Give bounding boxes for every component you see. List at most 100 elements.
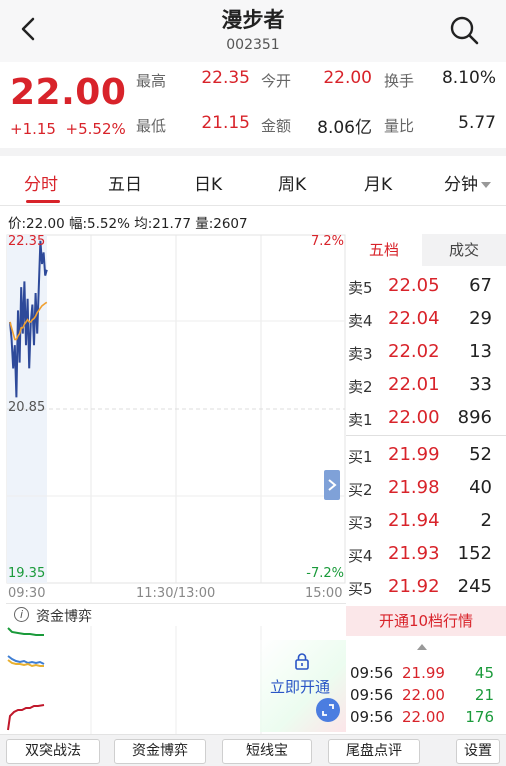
ask-volume: 67 [469, 275, 492, 296]
bid-row[interactable]: 买2 21.98 40 [346, 471, 506, 504]
volume-ratio-value: 5.77 [458, 113, 496, 133]
fund-game-button[interactable]: 资金博弈 [114, 739, 206, 764]
header-bar: 漫步者 002351 [0, 0, 506, 62]
turnover-value: 8.10% [441, 68, 496, 88]
bid-level-label: 买4 [348, 547, 373, 565]
dual-breakout-button[interactable]: 双突战法 [6, 739, 100, 764]
caret-up-icon[interactable] [416, 642, 428, 652]
low-value: 21.15 [201, 113, 250, 133]
amount-value: 8.06亿 [317, 118, 372, 138]
bottom-toolbar: 双突战法 资金博弈 短线宝 尾盘点评 设置 [0, 734, 506, 766]
y-axis-bottom-label: 19.35 [8, 566, 46, 581]
trade-price: 21.99 [402, 664, 445, 682]
high-value: 22.35 [201, 68, 250, 88]
dropdown-arrow-icon [481, 182, 491, 188]
ask-row[interactable]: 卖1 22.00 896 [346, 401, 506, 434]
bid-price: 21.94 [388, 510, 440, 531]
time-label-open: 09:30 [8, 586, 46, 601]
ask-level-label: 卖3 [348, 345, 373, 363]
y-axis-right-top-label: 7.2% [310, 234, 344, 249]
intraday-chart-svg [6, 234, 346, 584]
bid-level-label: 买2 [348, 481, 373, 499]
tab-five-day[interactable]: 五日 [108, 170, 142, 195]
chart-period-tabs: 分时 五日 日K 周K 月K 分钟 [0, 156, 506, 206]
ask-price: 22.00 [388, 407, 440, 428]
ask-price: 22.02 [388, 341, 440, 362]
ask-volume: 896 [457, 407, 492, 428]
trade-price: 22.00 [402, 686, 445, 704]
intraday-chart[interactable]: 22.35 20.85 19.35 7.2% -7.2% [6, 234, 346, 584]
ask-level-label: 卖4 [348, 312, 373, 330]
ask-volume: 29 [469, 308, 492, 329]
ask-price: 22.05 [388, 275, 440, 296]
ask-level-label: 卖1 [348, 411, 373, 429]
chevron-right-icon [328, 479, 337, 491]
order-book: 五档 成交 卖5 22.05 67 卖4 22.04 29 卖3 22.02 13 卖2 22.01… [346, 234, 506, 604]
ask-volume: 13 [469, 341, 492, 362]
bid-row[interactable]: 买3 21.94 2 [346, 504, 506, 537]
stock-name: 漫步者 [221, 8, 285, 32]
ask-row[interactable]: 卖4 22.04 29 [346, 302, 506, 335]
ask-level-label: 卖2 [348, 378, 373, 396]
bid-price: 21.99 [388, 444, 440, 465]
y-axis-top-label: 22.35 [8, 234, 46, 249]
turnover-label: 换手 [384, 72, 415, 90]
bid-row[interactable]: 买5 21.92 245 [346, 570, 506, 603]
trade-time: 09:56 [350, 664, 394, 682]
search-icon[interactable] [448, 14, 480, 46]
stock-code: 002351 [226, 37, 280, 53]
trade-row: 09:56 22.00 176 [346, 708, 506, 730]
tab-five-levels[interactable]: 五档 [346, 234, 422, 266]
bid-level-label: 买1 [348, 448, 373, 466]
trade-time: 09:56 [350, 686, 394, 704]
quote-panel: 22.00 +1.15 +5.52% 最高 22.35 今开 22.00 换手 … [0, 62, 506, 148]
amount-label: 金额 [261, 117, 292, 135]
y-axis-mid-label: 20.85 [8, 400, 46, 415]
tab-minute[interactable]: 分钟 [444, 170, 492, 195]
order-book-tabs: 五档 成交 [346, 234, 506, 266]
bid-level-label: 买5 [348, 580, 373, 598]
ask-row[interactable]: 卖2 22.01 33 [346, 368, 506, 401]
trade-volume: 176 [465, 708, 494, 726]
tab-monthly-k[interactable]: 月K [364, 170, 392, 195]
ask-row[interactable]: 卖5 22.05 67 [346, 269, 506, 302]
active-tab-indicator [26, 200, 60, 203]
tab-weekly-k[interactable]: 周K [278, 170, 306, 195]
fund-game-title: 资金博弈 [36, 609, 92, 625]
bid-volume: 152 [457, 543, 492, 564]
ask-price: 22.01 [388, 374, 440, 395]
unlock-now-button[interactable]: 立即开通 [270, 676, 330, 697]
tab-daily-k[interactable]: 日K [194, 170, 222, 195]
low-label: 最低 [136, 117, 167, 135]
ask-level-label: 卖5 [348, 279, 373, 297]
trade-volume: 21 [474, 686, 494, 704]
bid-level-label: 买3 [348, 514, 373, 532]
fullscreen-icon[interactable] [316, 698, 340, 722]
trade-row: 09:56 21.99 45 [346, 664, 506, 686]
ask-price: 22.04 [388, 308, 440, 329]
open-value: 22.00 [323, 68, 372, 88]
trade-volume: 45 [474, 664, 494, 682]
tab-trades[interactable]: 成交 [422, 234, 506, 266]
bid-price: 21.98 [388, 477, 440, 498]
bid-row[interactable]: 买4 21.93 152 [346, 537, 506, 570]
info-icon[interactable]: i [14, 607, 29, 622]
tab-intraday[interactable]: 分时 [24, 170, 58, 195]
open-label: 今开 [261, 72, 292, 90]
bid-row[interactable]: 买1 21.99 52 [346, 438, 506, 471]
trade-price: 22.00 [402, 708, 445, 726]
trade-row: 09:56 22.00 21 [346, 686, 506, 708]
trade-time: 09:56 [350, 708, 394, 726]
y-axis-right-bottom-label: -7.2% [306, 566, 344, 581]
ask-row[interactable]: 卖3 22.02 13 [346, 335, 506, 368]
short-term-button[interactable]: 短线宝 [222, 739, 312, 764]
settings-button[interactable]: 设置 [456, 739, 500, 764]
fund-game-bar: i 资金博弈 [6, 603, 346, 625]
volume-ratio-label: 量比 [384, 117, 415, 135]
high-label: 最高 [136, 72, 167, 90]
expand-panel-button[interactable] [324, 470, 340, 500]
current-price: 22.00 [10, 72, 127, 113]
open-10-level-button[interactable]: 开通10档行情 [346, 606, 506, 636]
time-label-close: 15:00 [305, 586, 343, 601]
closing-review-button[interactable]: 尾盘点评 [328, 739, 420, 764]
